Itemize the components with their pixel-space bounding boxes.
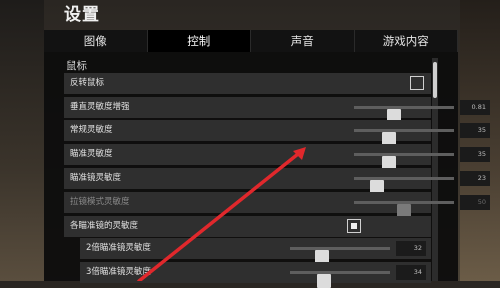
annotation-arrow — [137, 147, 306, 281]
arrow-shaft — [137, 152, 300, 281]
